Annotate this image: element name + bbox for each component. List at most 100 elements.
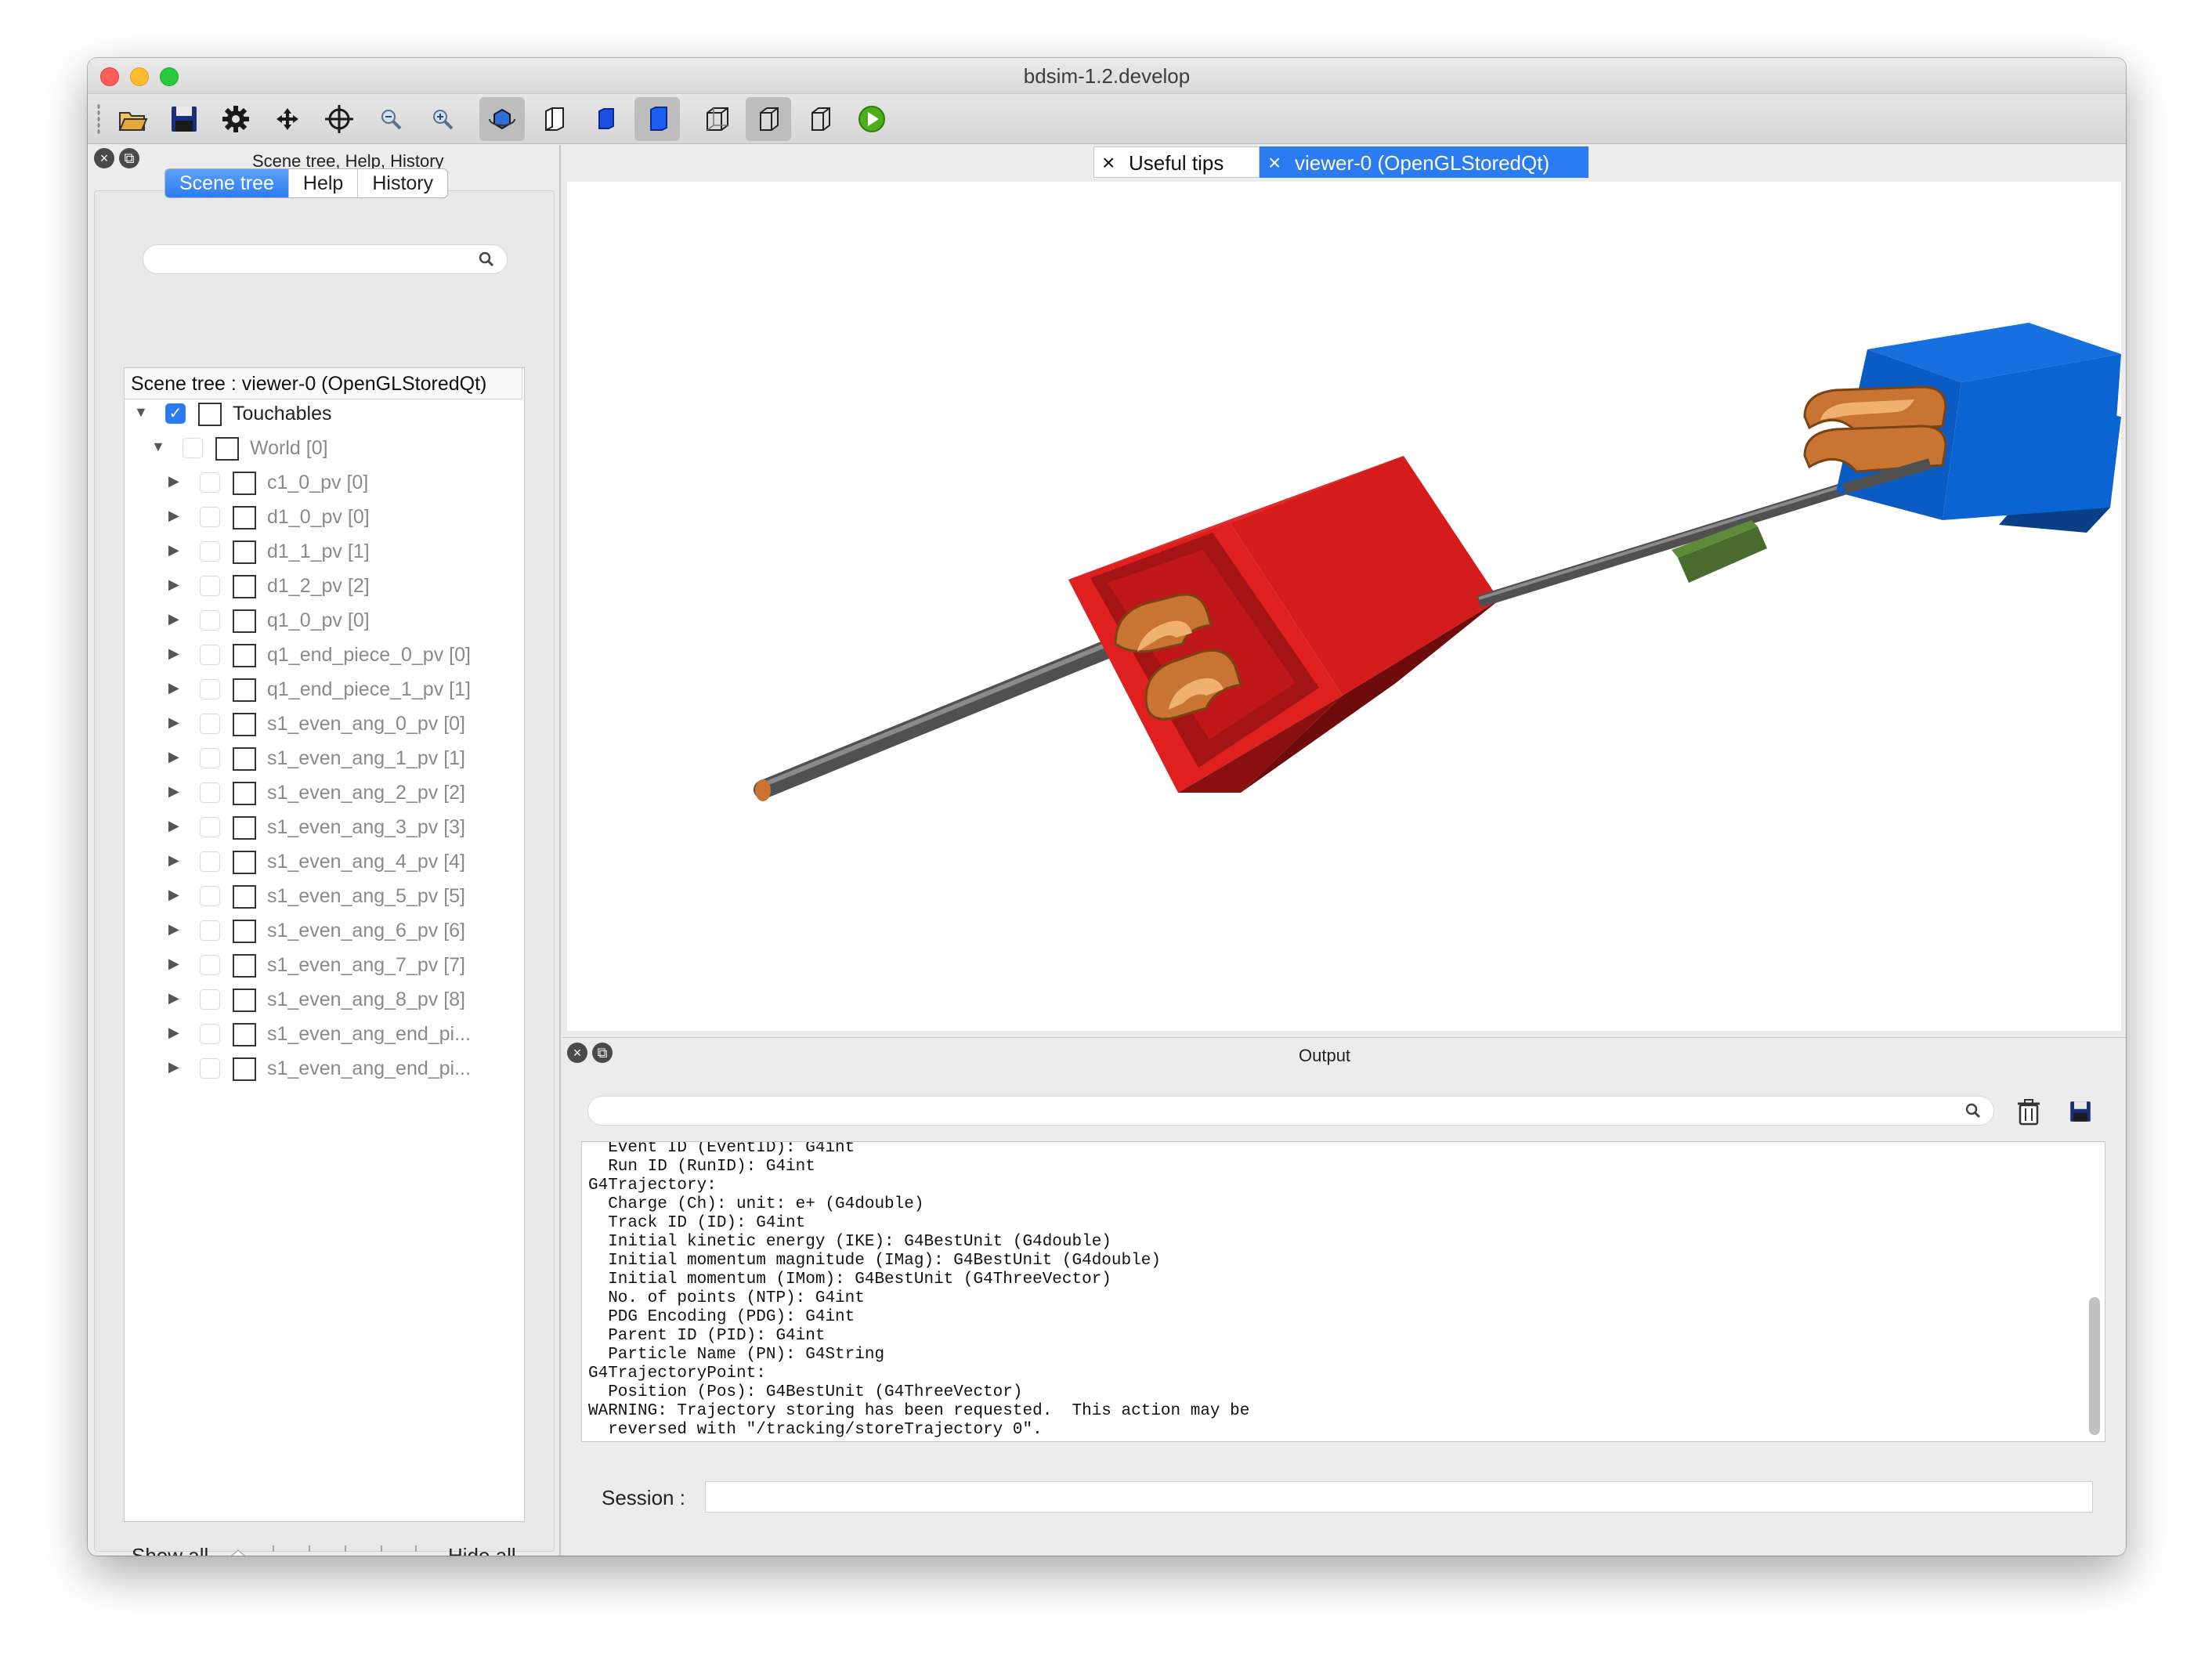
color-swatch[interactable] — [233, 1023, 256, 1046]
color-swatch[interactable] — [233, 713, 256, 736]
color-swatch[interactable] — [233, 1057, 256, 1081]
tree-row[interactable]: ▶ s1_even_ang_2_pv [2] — [125, 775, 524, 810]
expand-arrow-right-icon[interactable]: ▶ — [168, 852, 179, 869]
expand-arrow-right-icon[interactable]: ▶ — [168, 473, 179, 490]
color-swatch[interactable] — [233, 644, 256, 667]
color-swatch[interactable] — [233, 747, 256, 771]
wireframe-button[interactable] — [694, 97, 739, 141]
expand-arrow-right-icon[interactable]: ▶ — [168, 783, 179, 800]
tree-row[interactable]: ▶ s1_even_ang_6_pv [6] — [125, 913, 524, 948]
visibility-checkbox[interactable] — [200, 714, 220, 734]
expand-arrow-right-icon[interactable]: ▶ — [168, 1059, 179, 1075]
color-swatch[interactable] — [233, 506, 256, 530]
zoom-out-button[interactable] — [368, 97, 414, 141]
rotate-button[interactable] — [479, 97, 525, 141]
visibility-checkbox[interactable] — [200, 679, 220, 699]
session-input[interactable] — [705, 1481, 2093, 1513]
tree-row[interactable]: ▶ s1_even_ang_5_pv [5] — [125, 879, 524, 913]
color-swatch[interactable] — [233, 989, 256, 1012]
tab-history[interactable]: History — [358, 169, 447, 197]
visibility-checkbox[interactable] — [200, 989, 220, 1010]
tree-row[interactable]: ▶ s1_even_ang_3_pv [3] — [125, 810, 524, 844]
tab-useful-tips[interactable]: × Useful tips — [1093, 146, 1260, 178]
tree-row[interactable]: ▶ d1_0_pv [0] — [125, 500, 524, 534]
tree-row[interactable]: ▶ q1_end_piece_1_pv [1] — [125, 672, 524, 707]
solid-blue-button[interactable] — [634, 97, 680, 141]
visibility-checkbox[interactable] — [200, 576, 220, 596]
close-tab-icon[interactable]: × — [1268, 147, 1281, 179]
output-search[interactable] — [587, 1096, 1994, 1126]
tab-viewer-0[interactable]: × viewer-0 (OpenGLStoredQt) — [1260, 146, 1589, 178]
color-swatch[interactable] — [233, 609, 256, 633]
visibility-checkbox[interactable] — [200, 748, 220, 768]
visibility-checkbox[interactable] — [200, 783, 220, 803]
surface-hidden-button[interactable] — [531, 97, 576, 141]
color-swatch[interactable] — [233, 540, 256, 564]
save-output-icon[interactable] — [2068, 1099, 2093, 1124]
visibility-checkbox[interactable] — [200, 645, 220, 665]
expand-arrow-right-icon[interactable]: ▶ — [168, 1025, 179, 1041]
expand-arrow-right-icon[interactable]: ▶ — [168, 818, 179, 834]
expand-arrow-right-icon[interactable]: ▶ — [168, 508, 179, 524]
tree-row[interactable]: ▶ s1_even_ang_1_pv [1] — [125, 741, 524, 775]
visibility-checkbox[interactable] — [183, 438, 203, 458]
tree-row[interactable]: ▶ s1_even_ang_end_pi... — [125, 1051, 524, 1086]
color-swatch[interactable] — [233, 782, 256, 805]
run-button[interactable] — [849, 97, 895, 141]
dock-float-icon[interactable]: ⧉ — [592, 1043, 613, 1063]
expand-arrow-right-icon[interactable]: ▶ — [168, 542, 179, 558]
expand-arrow-right-icon[interactable]: ▶ — [168, 921, 179, 938]
dock-close-icon[interactable]: × — [567, 1043, 587, 1063]
hidden-line-button[interactable] — [746, 97, 791, 141]
dock-float-icon[interactable]: ⧉ — [119, 148, 139, 168]
tree-row[interactable]: ▶ s1_even_ang_0_pv [0] — [125, 707, 524, 741]
visibility-checkbox[interactable] — [200, 507, 220, 527]
settings-button[interactable] — [213, 97, 258, 141]
tree-row[interactable]: ▼ ✓ Touchables — [125, 396, 524, 431]
color-swatch[interactable] — [198, 403, 222, 426]
expand-arrow-right-icon[interactable]: ▶ — [168, 680, 179, 696]
tree-row[interactable]: ▼ World [0] — [125, 431, 524, 465]
slider-handle[interactable] — [226, 1549, 251, 1556]
visibility-checkbox[interactable] — [200, 851, 220, 872]
expand-arrow-right-icon[interactable]: ▶ — [168, 990, 179, 1007]
visibility-checkbox[interactable]: ✓ — [165, 403, 186, 424]
expand-arrow-down-icon[interactable]: ▼ — [134, 404, 148, 421]
close-tab-icon[interactable]: × — [1102, 147, 1115, 179]
color-swatch[interactable] — [233, 678, 256, 702]
pick-button[interactable] — [316, 97, 362, 141]
scene-tree-search[interactable] — [143, 244, 508, 274]
tab-scene-tree[interactable]: Scene tree — [165, 169, 289, 197]
zoom-in-button[interactable] — [420, 97, 465, 141]
color-swatch[interactable] — [233, 575, 256, 598]
expand-arrow-right-icon[interactable]: ▶ — [168, 577, 179, 593]
tree-row[interactable]: ▶ c1_0_pv [0] — [125, 465, 524, 500]
tree-row[interactable]: ▶ d1_2_pv [2] — [125, 569, 524, 603]
expand-arrow-right-icon[interactable]: ▶ — [168, 714, 179, 731]
tree-row[interactable]: ▶ d1_1_pv [1] — [125, 534, 524, 569]
expand-arrow-right-icon[interactable]: ▶ — [168, 887, 179, 903]
color-swatch[interactable] — [233, 885, 256, 909]
expand-arrow-right-icon[interactable]: ▶ — [168, 749, 179, 765]
color-swatch[interactable] — [233, 472, 256, 495]
expand-arrow-down-icon[interactable]: ▼ — [151, 439, 165, 455]
tab-help[interactable]: Help — [289, 169, 359, 197]
console-scrollbar[interactable] — [2089, 1297, 2100, 1435]
dock-close-icon[interactable]: × — [94, 148, 114, 168]
solid-button[interactable] — [583, 97, 628, 141]
color-swatch[interactable] — [233, 851, 256, 874]
color-swatch[interactable] — [233, 920, 256, 943]
visibility-checkbox[interactable] — [200, 610, 220, 631]
visibility-checkbox[interactable] — [200, 955, 220, 975]
tree-row[interactable]: ▶ q1_end_piece_0_pv [0] — [125, 638, 524, 672]
move-button[interactable] — [265, 97, 310, 141]
toolbar-grip[interactable] — [97, 103, 100, 135]
color-swatch[interactable] — [215, 437, 239, 461]
output-console[interactable]: Event ID (EventID): G4int Run ID (RunID)… — [581, 1141, 2105, 1442]
visibility-checkbox[interactable] — [200, 472, 220, 493]
expand-arrow-right-icon[interactable]: ▶ — [168, 956, 179, 972]
opengl-viewport[interactable] — [567, 182, 2121, 1031]
expand-arrow-right-icon[interactable]: ▶ — [168, 611, 179, 627]
visibility-checkbox[interactable] — [200, 886, 220, 906]
visibility-checkbox[interactable] — [200, 817, 220, 837]
